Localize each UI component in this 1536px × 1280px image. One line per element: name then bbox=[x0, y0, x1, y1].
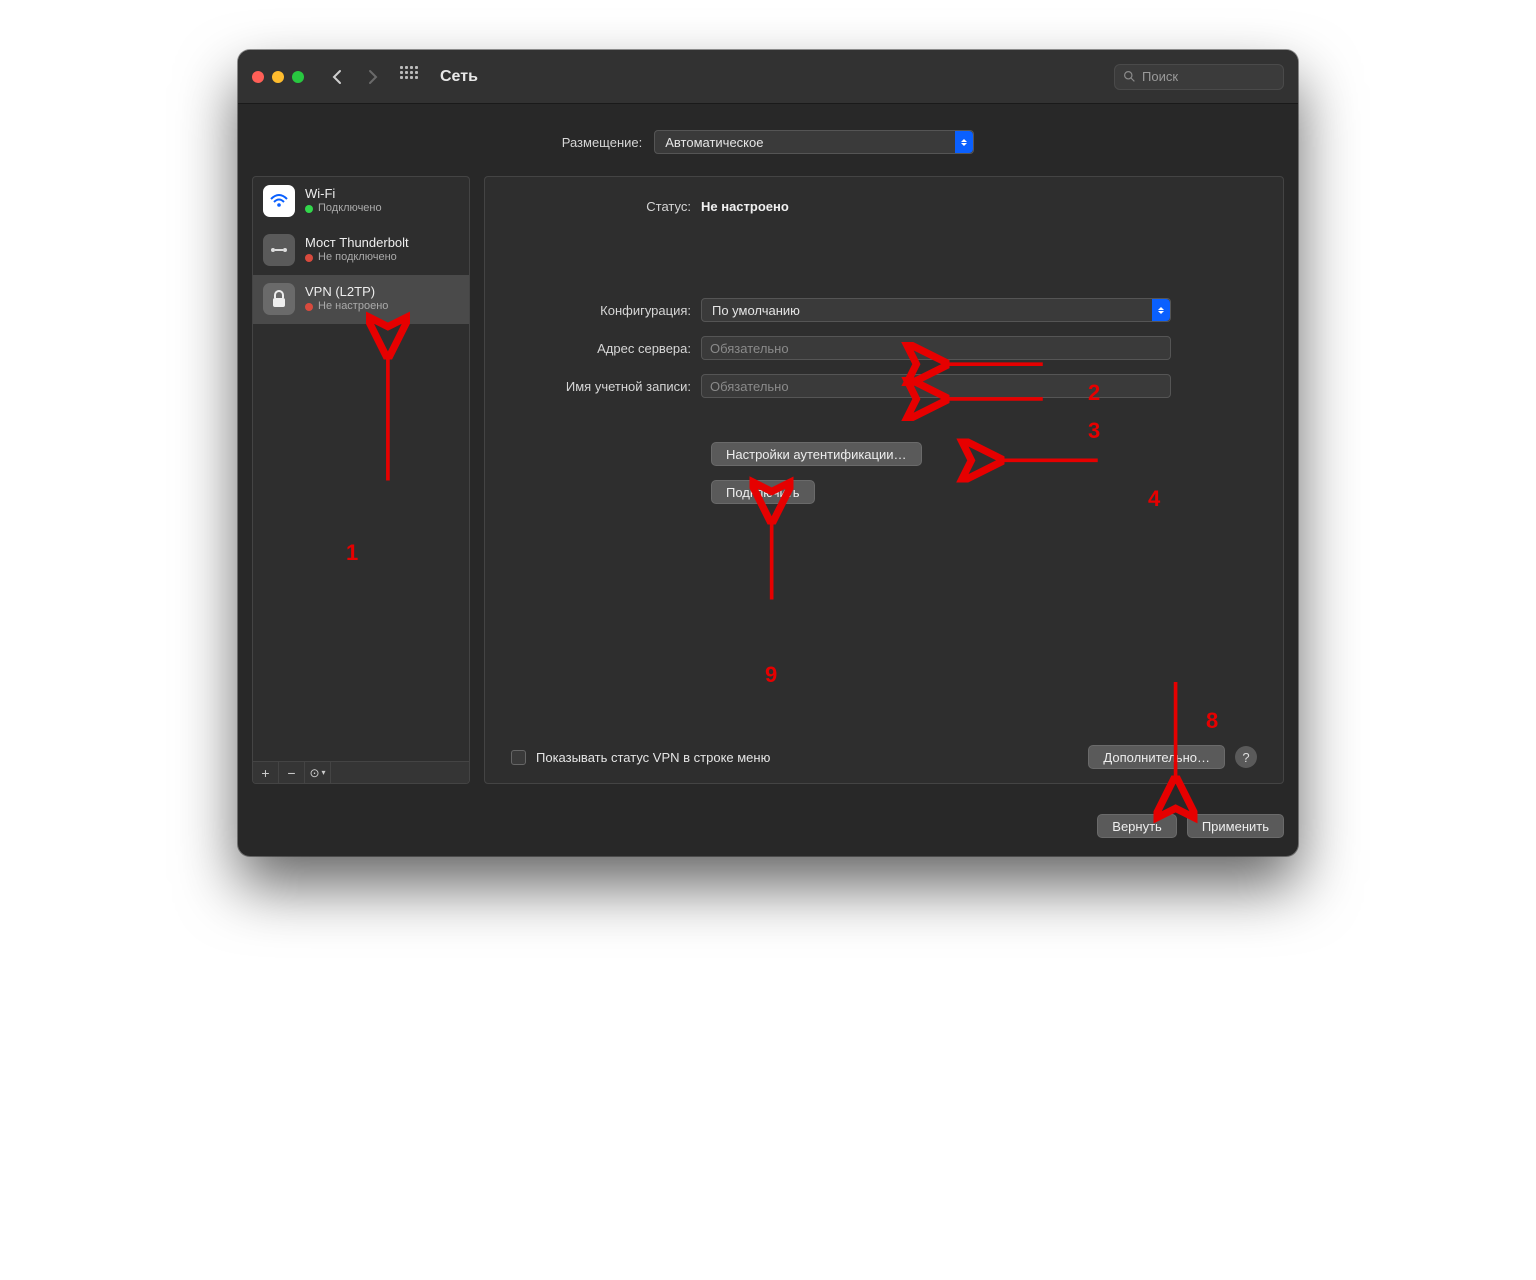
status-label: Статус: bbox=[511, 199, 701, 214]
sidebar-list: Wi-Fi Подключено Мост Thunderbolt Не под… bbox=[253, 177, 469, 761]
sidebar-footer: + − ⊙▾ bbox=[253, 761, 469, 783]
forward-button[interactable] bbox=[360, 64, 386, 90]
minimize-icon[interactable] bbox=[272, 71, 284, 83]
sidebar-item-wifi[interactable]: Wi-Fi Подключено bbox=[253, 177, 469, 226]
thunderbolt-bridge-icon bbox=[263, 234, 295, 266]
sidebar-item-label: Мост Thunderbolt bbox=[305, 235, 409, 251]
window-controls bbox=[252, 71, 304, 83]
configuration-label: Конфигурация: bbox=[511, 303, 701, 318]
close-icon[interactable] bbox=[252, 71, 264, 83]
network-services-sidebar: Wi-Fi Подключено Мост Thunderbolt Не под… bbox=[252, 176, 470, 784]
add-service-button[interactable]: + bbox=[253, 762, 279, 783]
revert-button[interactable]: Вернуть bbox=[1097, 814, 1177, 838]
advanced-button[interactable]: Дополнительно… bbox=[1088, 745, 1225, 769]
bottom-button-row: Вернуть Применить bbox=[238, 798, 1298, 856]
sidebar-item-thunderbolt[interactable]: Мост Thunderbolt Не подключено bbox=[253, 226, 469, 275]
server-address-input[interactable] bbox=[701, 336, 1171, 360]
wifi-icon bbox=[263, 185, 295, 217]
account-name-input[interactable] bbox=[701, 374, 1171, 398]
panel-footer: Показывать статус VPN в строке меню Допо… bbox=[511, 745, 1257, 769]
server-address-label: Адрес сервера: bbox=[511, 341, 701, 356]
service-detail-panel: Статус: Не настроено Конфигурация: По ум… bbox=[484, 176, 1284, 784]
help-button[interactable]: ? bbox=[1235, 746, 1257, 768]
show-all-icon[interactable] bbox=[400, 66, 422, 88]
configuration-select[interactable]: По умолчанию bbox=[701, 298, 1171, 322]
apply-button[interactable]: Применить bbox=[1187, 814, 1284, 838]
remove-service-button[interactable]: − bbox=[279, 762, 305, 783]
body: Wi-Fi Подключено Мост Thunderbolt Не под… bbox=[238, 176, 1298, 798]
sidebar-item-label: Wi-Fi bbox=[305, 186, 382, 202]
search-placeholder: Поиск bbox=[1142, 69, 1178, 84]
sidebar-item-vpn[interactable]: VPN (L2TP) Не настроено bbox=[253, 275, 469, 324]
show-vpn-status-label: Показывать статус VPN в строке меню bbox=[536, 750, 770, 765]
authentication-settings-button[interactable]: Настройки аутентификации… bbox=[711, 442, 922, 466]
lock-icon bbox=[263, 283, 295, 315]
location-row: Размещение: Автоматическое bbox=[238, 104, 1298, 176]
sidebar-item-label: VPN (L2TP) bbox=[305, 284, 388, 300]
status-dot-icon bbox=[305, 205, 313, 213]
status-row: Статус: Не настроено bbox=[511, 199, 1257, 214]
status-dot-icon bbox=[305, 303, 313, 311]
window-title: Сеть bbox=[440, 68, 478, 86]
show-vpn-status-checkbox[interactable] bbox=[511, 750, 526, 765]
status-value: Не настроено bbox=[701, 199, 1257, 214]
zoom-icon[interactable] bbox=[292, 71, 304, 83]
chevron-updown-icon bbox=[955, 131, 973, 153]
account-name-row: Имя учетной записи: bbox=[511, 374, 1257, 398]
service-actions-menu[interactable]: ⊙▾ bbox=[305, 762, 331, 783]
location-value: Автоматическое bbox=[665, 135, 763, 150]
chevron-updown-icon bbox=[1152, 299, 1170, 321]
status-dot-icon bbox=[305, 254, 313, 262]
account-name-label: Имя учетной записи: bbox=[511, 379, 701, 394]
search-input[interactable]: Поиск bbox=[1114, 64, 1284, 90]
server-address-row: Адрес сервера: bbox=[511, 336, 1257, 360]
back-button[interactable] bbox=[324, 64, 350, 90]
network-preferences-window: Сеть Поиск Размещение: Автоматическое W bbox=[238, 50, 1298, 856]
location-label: Размещение: bbox=[562, 135, 643, 150]
configuration-row: Конфигурация: По умолчанию bbox=[511, 298, 1257, 322]
search-icon bbox=[1123, 70, 1136, 83]
location-select[interactable]: Автоматическое bbox=[654, 130, 974, 154]
titlebar: Сеть Поиск bbox=[238, 50, 1298, 104]
connect-button[interactable]: Подключить bbox=[711, 480, 815, 504]
